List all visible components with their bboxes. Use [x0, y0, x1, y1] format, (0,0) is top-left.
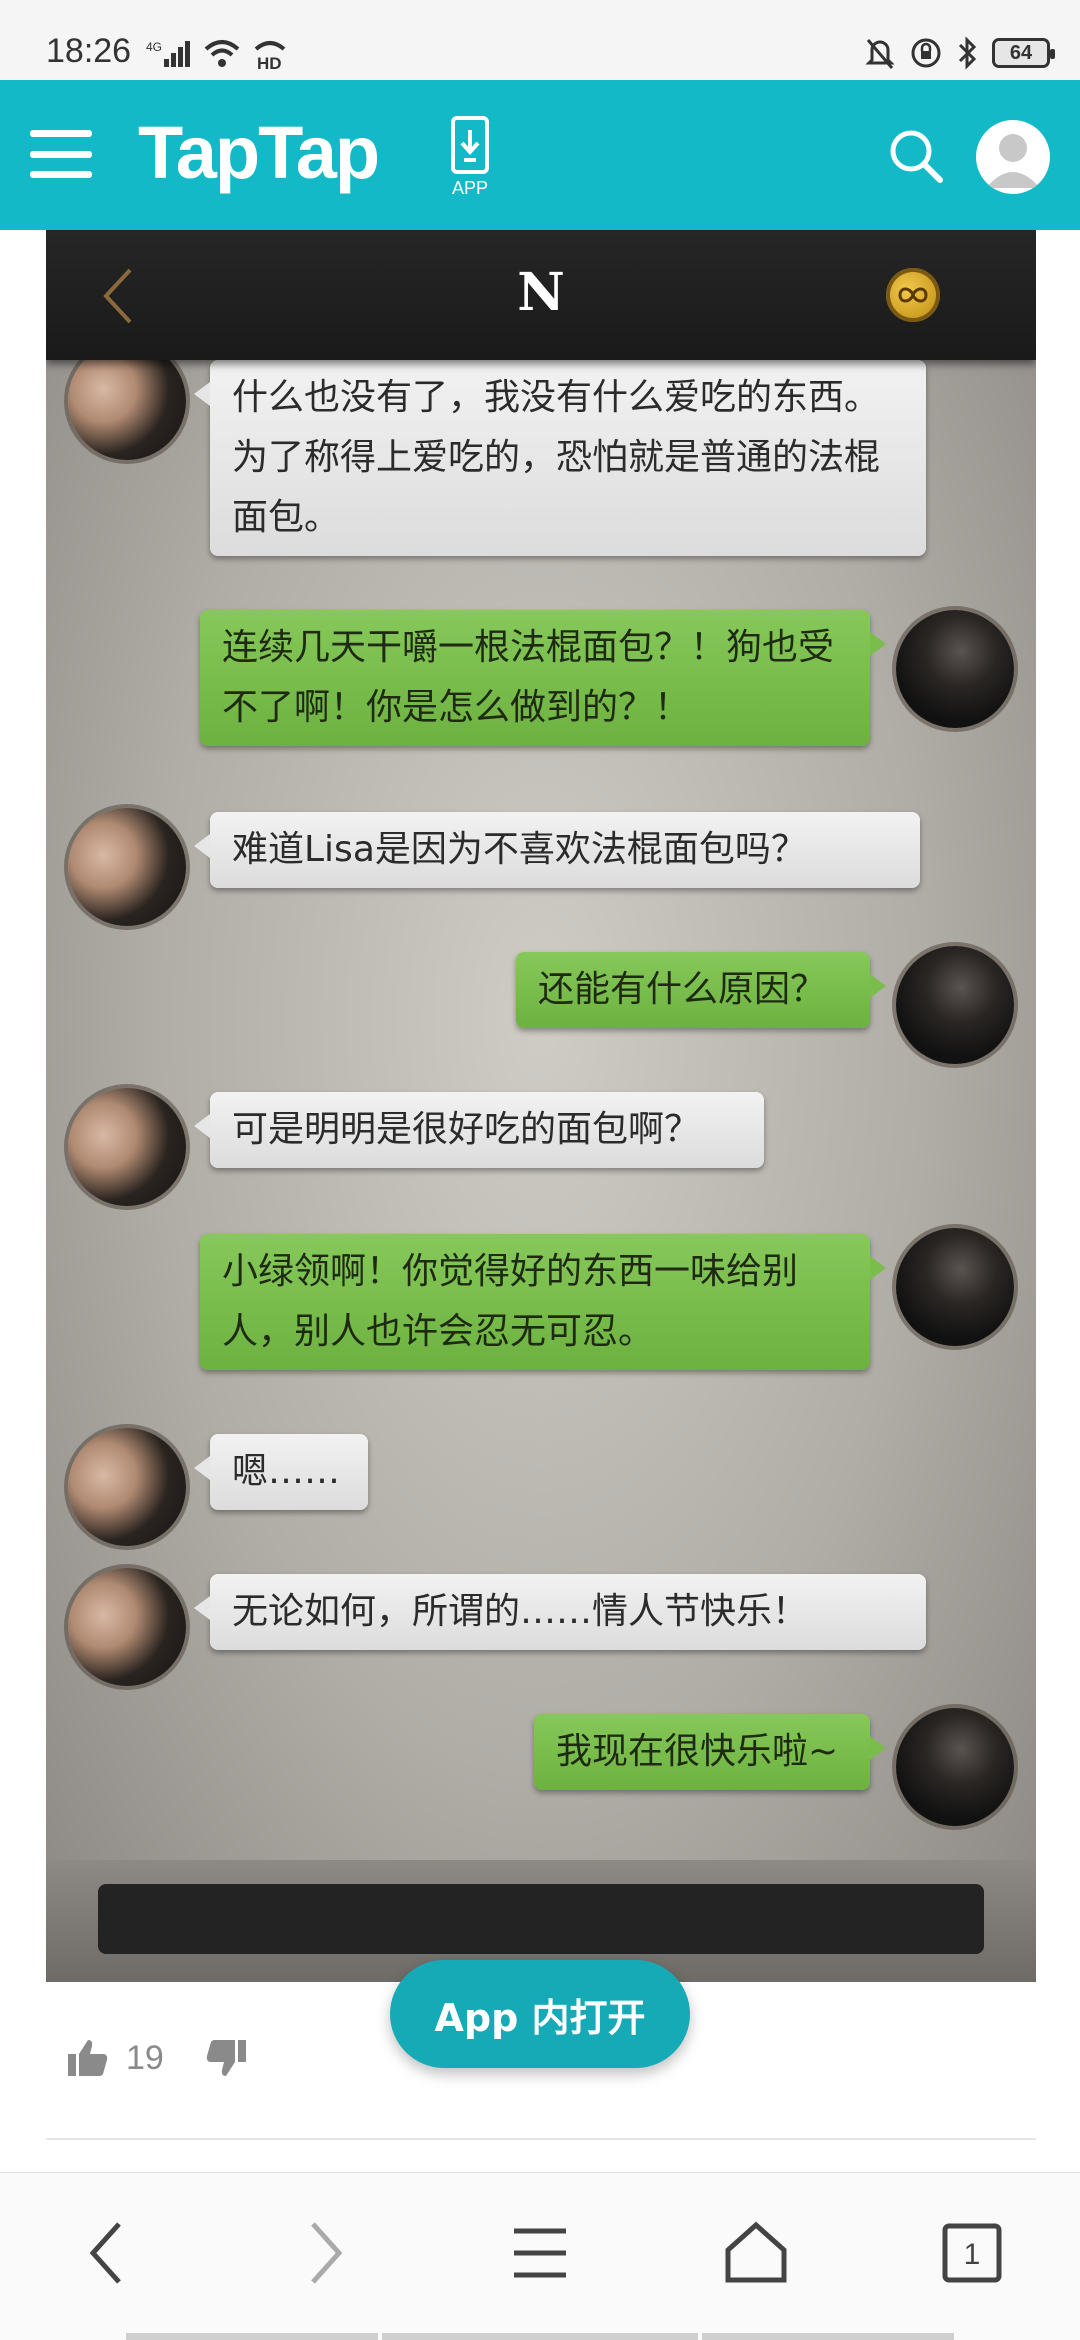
- player-avatar: [896, 610, 1014, 728]
- chat-bubble-right: 小绿领啊！你觉得好的东西一味给别人，别人也许会忍无可忍。: [200, 1234, 886, 1370]
- menu-button[interactable]: [500, 2213, 580, 2293]
- taptap-logo[interactable]: TapTap: [138, 110, 380, 195]
- game-screenshot[interactable]: N 什么也没有了，我没有什么爱吃的东西。为了称得上爱吃的，恐怕就是普通的法棍面包…: [46, 230, 1036, 1982]
- search-button[interactable]: [886, 126, 946, 186]
- status-bar: 18:26 4G HD 64: [0, 0, 1080, 80]
- chat-bubble-left: 难道Lisa是因为不喜欢法棍面包吗？: [194, 812, 920, 888]
- screen: 18:26 4G HD 64 TapTap APP N 什么也没有了，我没有什么…: [0, 0, 1080, 2340]
- menu-icon-line: [30, 150, 92, 158]
- chat-bubble-left: 无论如何，所谓的……情人节快乐！: [194, 1574, 926, 1650]
- tabs-count: 1: [964, 2238, 981, 2271]
- forward-button[interactable]: [286, 2213, 366, 2293]
- chat-bubble-left: 可是明明是很好吃的面包啊？: [194, 1092, 764, 1168]
- gesture-bar: [702, 2333, 954, 2340]
- back-arrow-icon: [89, 2222, 121, 2284]
- reaction-row: 19: [66, 2030, 248, 2086]
- battery-level: 64: [1009, 41, 1033, 64]
- app-header: TapTap APP: [0, 80, 1080, 230]
- battery-icon: 64: [992, 38, 1055, 68]
- chat-bubble-left: 什么也没有了，我没有什么爱吃的东西。为了称得上爱吃的，恐怕就是普通的法棍面包。: [194, 360, 926, 556]
- search-icon: [890, 130, 943, 183]
- player-avatar: [896, 1708, 1014, 1826]
- menu-icon-line: [30, 130, 92, 137]
- gesture-bar: [382, 2333, 698, 2340]
- tabs-icon: 1: [942, 2223, 1002, 2283]
- user-icon: [986, 134, 1040, 188]
- player-avatar: [896, 946, 1014, 1064]
- npc-avatar: [68, 1088, 186, 1206]
- chat-bubble-left: 嗯……: [194, 1434, 368, 1510]
- thumbs-up-icon[interactable]: [66, 2036, 110, 2080]
- home-icon: [725, 2221, 787, 2283]
- like-count: 19: [126, 2038, 164, 2077]
- open-in-app-button[interactable]: App 内打开: [390, 1960, 690, 2068]
- app-label: APP: [451, 178, 489, 198]
- menu-icon: [514, 2228, 566, 2278]
- npc-avatar: [68, 808, 186, 926]
- status-time: 18:26: [46, 32, 132, 70]
- game-chat-header: N: [46, 230, 1036, 360]
- chat-bubble-right: 连续几天干嚼一根法棍面包？！狗也受不了啊！你是怎么做到的？！: [200, 610, 886, 746]
- player-avatar: [896, 1228, 1014, 1346]
- wifi-icon: [204, 40, 240, 67]
- menu-button[interactable]: [30, 124, 92, 184]
- back-button[interactable]: [66, 2213, 146, 2293]
- chat-bubble-right: 还能有什么原因？: [516, 952, 886, 1028]
- user-avatar-button[interactable]: [976, 120, 1050, 194]
- app-download-button[interactable]: APP: [440, 116, 500, 206]
- tabs-button[interactable]: 1: [932, 2213, 1012, 2293]
- status-icons-left: 4G HD: [146, 36, 288, 72]
- game-text-input[interactable]: [98, 1884, 984, 1954]
- bell-muted-icon: [865, 39, 895, 69]
- forward-arrow-icon: [311, 2222, 343, 2284]
- menu-icon-line: [30, 171, 92, 178]
- hd-label: HD: [257, 54, 282, 71]
- bluetooth-icon: [958, 36, 977, 70]
- hd-call-icon: HD: [254, 41, 286, 71]
- divider: [46, 2138, 1036, 2140]
- home-button[interactable]: [716, 2213, 796, 2293]
- chat-bubble-right: 我现在很快乐啦~: [534, 1714, 886, 1790]
- thumbs-down-icon[interactable]: [204, 2036, 248, 2080]
- npc-avatar: [68, 1568, 186, 1686]
- status-icons-right: 64: [864, 34, 1055, 72]
- infinity-badge-icon: [886, 268, 940, 322]
- signal-icon: 4G: [146, 40, 190, 67]
- gesture-bar: [126, 2333, 378, 2340]
- phone-download-icon: [451, 116, 489, 174]
- network-type-label: 4G: [146, 40, 162, 54]
- browser-bottom-nav: 1: [0, 2172, 1080, 2340]
- rotation-lock-icon: [911, 38, 941, 68]
- npc-avatar: [68, 1428, 186, 1546]
